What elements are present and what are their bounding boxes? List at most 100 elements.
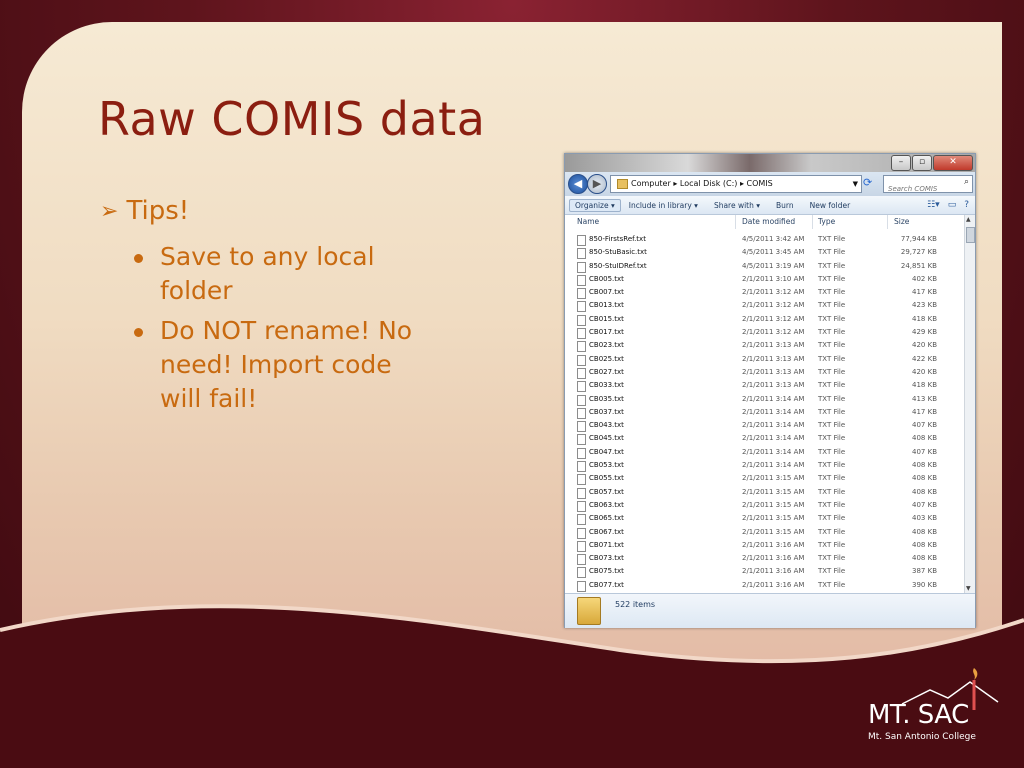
search-input[interactable] xyxy=(884,182,954,196)
scroll-down-icon[interactable]: ▼ xyxy=(966,585,971,592)
burn-button[interactable]: Burn xyxy=(768,201,802,210)
back-arrow-icon[interactable]: ◀ xyxy=(568,174,588,194)
file-name: CB073.txt xyxy=(589,554,624,563)
file-row[interactable]: CB047.txt 2/1/2011 3:14 AM TXT File 407 KB xyxy=(565,447,965,460)
file-type: TXT File xyxy=(818,274,846,283)
file-date: 2/1/2011 3:15 AM xyxy=(742,487,805,496)
text-file-icon xyxy=(577,407,586,419)
text-file-icon xyxy=(577,261,586,273)
file-date: 2/1/2011 3:12 AM xyxy=(742,328,805,337)
file-row[interactable]: CB063.txt 2/1/2011 3:15 AM TXT File 407 KB xyxy=(565,500,965,513)
file-size: 407 KB xyxy=(912,421,937,430)
file-row[interactable]: CB073.txt 2/1/2011 3:16 AM TXT File 408 KB xyxy=(565,553,965,566)
file-date: 4/5/2011 3:45 AM xyxy=(742,248,805,257)
search-icon[interactable]: ⌕ xyxy=(964,177,969,187)
column-header-type[interactable]: Type xyxy=(818,217,835,226)
column-headers: Name Date modified Type Size xyxy=(565,215,965,229)
address-bar[interactable]: Computer ▸ Local Disk (C:) ▸ COMIS ▼ xyxy=(610,175,862,193)
text-file-icon xyxy=(577,447,586,459)
forward-arrow-icon[interactable]: ▶ xyxy=(587,174,607,194)
text-file-icon xyxy=(577,394,586,406)
folder-icon xyxy=(577,597,601,625)
file-row[interactable]: CB007.txt 2/1/2011 3:12 AM TXT File 417 KB xyxy=(565,287,965,300)
column-header-date[interactable]: Date modified xyxy=(742,217,795,226)
file-size: 420 KB xyxy=(912,341,937,350)
text-file-icon xyxy=(577,474,586,486)
file-name: CB067.txt xyxy=(589,527,624,536)
file-size: 417 KB xyxy=(912,288,937,297)
file-row[interactable]: CB067.txt 2/1/2011 3:15 AM TXT File 408 KB xyxy=(565,527,965,540)
file-row[interactable]: CB075.txt 2/1/2011 3:16 AM TXT File 387 KB xyxy=(565,566,965,579)
file-row[interactable]: CB027.txt 2/1/2011 3:13 AM TXT File 420 KB xyxy=(565,367,965,380)
file-row[interactable]: CB033.txt 2/1/2011 3:13 AM TXT File 418 KB xyxy=(565,380,965,393)
chevron-down-icon[interactable]: ▼ xyxy=(853,176,858,192)
organize-button[interactable]: Organize ▾ xyxy=(569,198,621,212)
maximize-button[interactable]: ▫ xyxy=(912,155,932,171)
file-date: 2/1/2011 3:15 AM xyxy=(742,514,805,523)
scroll-up-icon[interactable]: ▲ xyxy=(966,216,971,223)
file-name: CB013.txt xyxy=(589,301,624,310)
vertical-scrollbar[interactable]: ▲ ▼ xyxy=(964,215,975,593)
tips-list: ➢ Tips! Save to any local folder Do NOT … xyxy=(100,196,420,422)
close-button[interactable]: ✕ xyxy=(933,155,973,171)
file-row[interactable]: CB025.txt 2/1/2011 3:13 AM TXT File 422 KB xyxy=(565,354,965,367)
file-date: 2/1/2011 3:15 AM xyxy=(742,527,805,536)
include-in-library-button[interactable]: Include in library ▾ xyxy=(621,201,706,210)
file-row[interactable]: CB015.txt 2/1/2011 3:12 AM TXT File 418 KB xyxy=(565,314,965,327)
explorer-window: – ▫ ✕ ◀ ▶ Computer ▸ Local Disk (C:) ▸ C… xyxy=(564,153,976,628)
share-with-button[interactable]: Share with ▾ xyxy=(706,201,768,210)
text-file-icon xyxy=(577,341,586,353)
column-divider[interactable] xyxy=(887,215,888,229)
file-type: TXT File xyxy=(818,354,846,363)
file-row[interactable]: CB045.txt 2/1/2011 3:14 AM TXT File 408 KB xyxy=(565,433,965,446)
text-file-icon xyxy=(577,314,586,326)
file-row[interactable]: CB023.txt 2/1/2011 3:13 AM TXT File 420 KB xyxy=(565,340,965,353)
file-list: 850-FirstsRef.txt 4/5/2011 3:42 AM TXT Fil… xyxy=(565,234,965,593)
file-name: CB047.txt xyxy=(589,447,624,456)
file-row[interactable]: CB057.txt 2/1/2011 3:15 AM TXT File 408 KB xyxy=(565,487,965,500)
file-row[interactable]: 850-FirstsRef.txt 4/5/2011 3:42 AM TXT Fil… xyxy=(565,234,965,247)
column-divider[interactable] xyxy=(735,215,736,229)
file-type: TXT File xyxy=(818,580,846,589)
file-row[interactable]: CB013.txt 2/1/2011 3:12 AM TXT File 423 KB xyxy=(565,300,965,313)
file-date: 2/1/2011 3:14 AM xyxy=(742,461,805,470)
text-file-icon xyxy=(577,567,586,579)
minimize-button[interactable]: – xyxy=(891,155,911,171)
file-row[interactable]: CB017.txt 2/1/2011 3:12 AM TXT File 429 KB xyxy=(565,327,965,340)
file-row[interactable]: CB037.txt 2/1/2011 3:14 AM TXT File 417 KB xyxy=(565,407,965,420)
file-size: 24,851 KB xyxy=(900,261,937,270)
file-row[interactable]: CB071.txt 2/1/2011 3:16 AM TXT File 408 KB xyxy=(565,540,965,553)
file-type: TXT File xyxy=(818,248,846,257)
preview-pane-icon[interactable]: ▭ xyxy=(948,200,957,210)
column-divider[interactable] xyxy=(812,215,813,229)
column-header-size[interactable]: Size xyxy=(894,217,909,226)
file-row[interactable]: CB005.txt 2/1/2011 3:10 AM TXT File 402 KB xyxy=(565,274,965,287)
new-folder-button[interactable]: New folder xyxy=(802,201,859,210)
scrollbar-thumb[interactable] xyxy=(966,227,975,243)
text-file-icon xyxy=(577,540,586,552)
text-file-icon xyxy=(577,527,586,539)
file-name: CB015.txt xyxy=(589,314,624,323)
file-size: 408 KB xyxy=(912,461,937,470)
college-logo: MT. SAC Mt. San Antonio College xyxy=(868,700,976,742)
window-titlebar[interactable]: – ▫ ✕ xyxy=(565,154,975,172)
file-row[interactable]: CB035.txt 2/1/2011 3:14 AM TXT File 413 KB xyxy=(565,394,965,407)
help-icon[interactable]: ? xyxy=(964,200,969,210)
file-row[interactable]: CB065.txt 2/1/2011 3:15 AM TXT File 403 KB xyxy=(565,513,965,526)
file-date: 2/1/2011 3:12 AM xyxy=(742,301,805,310)
file-row[interactable]: CB077.txt 2/1/2011 3:16 AM TXT File 390 KB xyxy=(565,580,965,593)
file-row[interactable]: CB043.txt 2/1/2011 3:14 AM TXT File 407 KB xyxy=(565,420,965,433)
column-header-name[interactable]: Name xyxy=(577,217,599,226)
file-type: TXT File xyxy=(818,434,846,443)
view-options-icon[interactable]: ☷▾ xyxy=(927,200,940,210)
file-name: CB043.txt xyxy=(589,421,624,430)
file-row[interactable]: CB053.txt 2/1/2011 3:14 AM TXT File 408 KB xyxy=(565,460,965,473)
refresh-icon[interactable]: ⟳ xyxy=(863,176,872,189)
file-size: 29,727 KB xyxy=(900,248,937,257)
file-row[interactable]: CB055.txt 2/1/2011 3:15 AM TXT File 408 KB xyxy=(565,473,965,486)
file-row[interactable]: 850-StuBasic.txt 4/5/2011 3:45 AM TXT File… xyxy=(565,247,965,260)
file-type: TXT File xyxy=(818,261,846,270)
file-date: 2/1/2011 3:16 AM xyxy=(742,580,805,589)
file-row[interactable]: 850-StuIDRef.txt 4/5/2011 3:19 AM TXT File… xyxy=(565,261,965,274)
file-size: 429 KB xyxy=(912,328,937,337)
